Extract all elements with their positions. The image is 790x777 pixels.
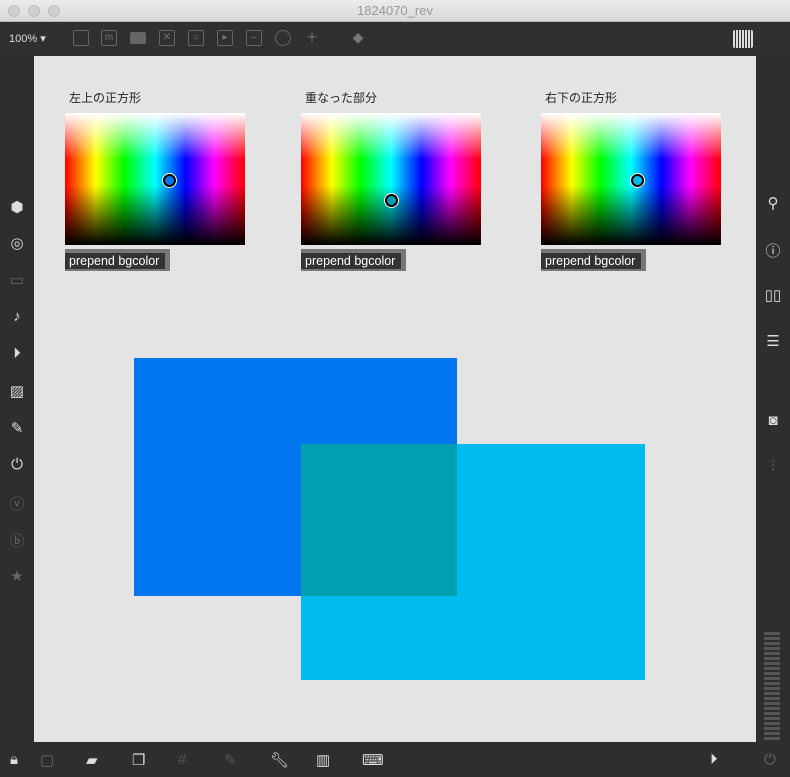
swatch-handle[interactable]: [385, 194, 398, 207]
windows-icon[interactable]: ❐: [132, 751, 145, 769]
search-icon[interactable]: ⚲: [763, 194, 783, 212]
dial-icon[interactable]: [275, 30, 291, 46]
paperclip-icon[interactable]: ✎: [7, 419, 27, 437]
piano-icon[interactable]: ▥: [316, 751, 330, 769]
beap-icon[interactable]: ⓑ: [7, 530, 27, 551]
info-icon[interactable]: ⓘ: [763, 240, 783, 261]
mixer-icon[interactable]: ⫶: [763, 458, 783, 475]
level-meter: [764, 632, 780, 740]
presentation-icon[interactable]: [73, 30, 89, 46]
media-icon[interactable]: ▭: [7, 271, 27, 289]
message-box[interactable]: prepend bgcolor: [301, 249, 406, 271]
grid-icon[interactable]: [733, 30, 753, 48]
lock-icon[interactable]: 🔒︎: [10, 751, 18, 768]
zoom-select[interactable]: 100% ▾: [9, 32, 46, 45]
image-icon[interactable]: ▨: [7, 382, 27, 400]
swatch-handle[interactable]: [631, 174, 644, 187]
bottom-toolbar: 🔒︎ ▢ ▰ ❐ # ✎ 🔧︎ ▥ ⌨ ⏵ ⏻: [0, 742, 790, 777]
audio-play-icon[interactable]: ⏵: [710, 751, 718, 768]
keyboard-icon[interactable]: ⌨: [362, 751, 384, 769]
swatch-overlap[interactable]: [301, 113, 481, 245]
swatch-handle[interactable]: [163, 174, 176, 187]
camera-icon[interactable]: ◙: [763, 412, 783, 429]
plus-icon[interactable]: +: [304, 28, 320, 46]
title-bar: 1824070_rev: [0, 0, 790, 22]
present-icon[interactable]: ▰: [86, 751, 98, 769]
picker-label-bottom-right: 右下の正方形: [545, 91, 618, 105]
star-icon[interactable]: ★: [7, 567, 27, 585]
vizzie-icon[interactable]: ⓥ: [7, 493, 27, 514]
grid-toggle-icon[interactable]: #: [178, 751, 186, 768]
power-icon[interactable]: ⏻: [764, 751, 776, 768]
attach-icon[interactable]: ✎: [224, 751, 237, 769]
toolbar: 100% ▾ m ✕ ○ ▸ – + ◆: [0, 22, 790, 56]
message-box[interactable]: prepend bgcolor: [541, 249, 646, 271]
panel-overlap[interactable]: [301, 444, 457, 596]
zoom-button[interactable]: [48, 5, 60, 17]
window-title: 1824070_rev: [357, 3, 433, 18]
picker-label-overlap: 重なった部分: [305, 91, 378, 105]
swatch-bottom-right[interactable]: [541, 113, 721, 245]
music-note-icon[interactable]: ♪: [7, 308, 27, 325]
button-icon[interactable]: ✕: [159, 30, 175, 46]
comment-icon[interactable]: [130, 32, 146, 44]
message-icon[interactable]: m: [101, 30, 117, 46]
minimize-button[interactable]: [28, 5, 40, 17]
target-icon[interactable]: ◎: [7, 234, 27, 252]
paint-bucket-icon[interactable]: ◆: [350, 30, 366, 46]
video-icon[interactable]: ⏵: [7, 345, 27, 362]
slider-icon[interactable]: –: [246, 30, 262, 46]
toggle-icon[interactable]: ○: [188, 30, 204, 46]
close-button[interactable]: [8, 5, 20, 17]
play-icon[interactable]: ▸: [217, 30, 233, 46]
plug-icon[interactable]: ⏻: [7, 456, 27, 473]
list-icon[interactable]: ☰: [763, 332, 783, 350]
swatch-top-left[interactable]: [65, 113, 245, 245]
presentation-mode-icon[interactable]: ▢: [40, 751, 54, 769]
patcher-canvas[interactable]: 左上の正方形 prepend bgcolor 重なった部分 prepend bg…: [34, 56, 756, 742]
zoom-value: 100%: [9, 33, 38, 45]
wrench-icon[interactable]: 🔧︎: [270, 751, 289, 769]
cube-icon[interactable]: ⬢: [7, 198, 27, 216]
picker-label-top-left: 左上の正方形: [69, 91, 142, 105]
message-box[interactable]: prepend bgcolor: [65, 249, 170, 271]
book-icon[interactable]: ▯▯: [763, 286, 783, 304]
